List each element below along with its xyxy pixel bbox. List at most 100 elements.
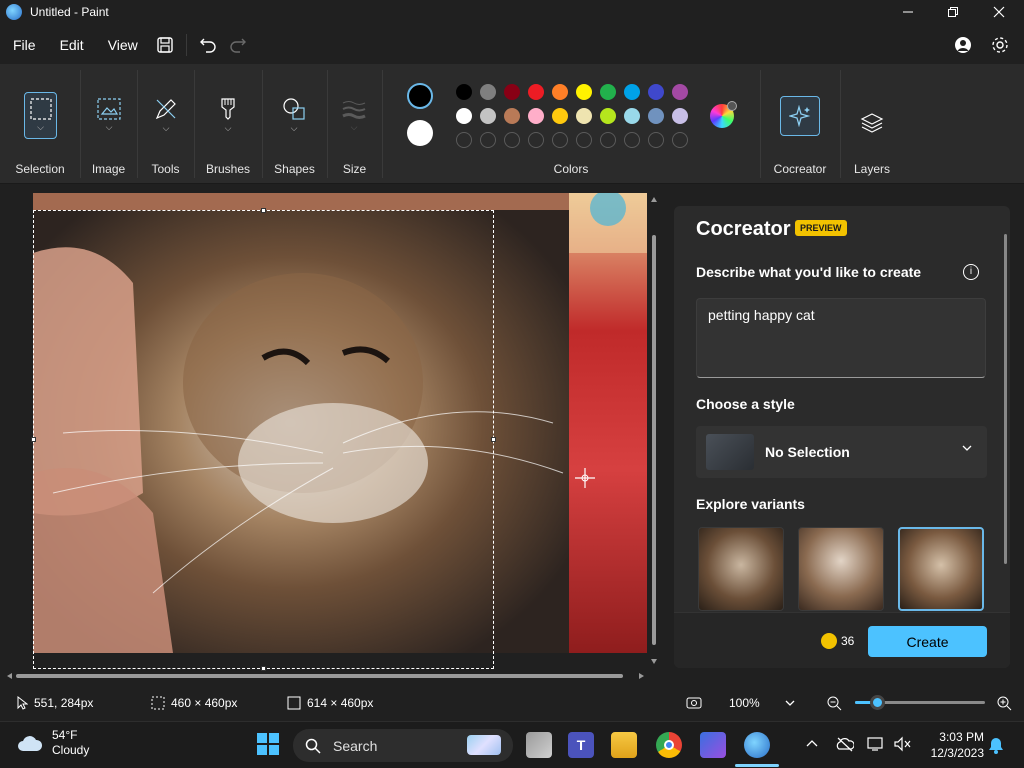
- layers-button[interactable]: [855, 100, 889, 146]
- color-swatch[interactable]: [552, 84, 568, 100]
- color-swatch[interactable]: [624, 84, 640, 100]
- color-swatch[interactable]: [528, 84, 544, 100]
- image-tool-button[interactable]: ⌵: [92, 92, 126, 138]
- canvas-area[interactable]: [0, 185, 668, 685]
- custom-color-slot[interactable]: [648, 132, 664, 148]
- custom-color-slot[interactable]: [600, 132, 616, 148]
- tools-button[interactable]: ⌵: [149, 92, 183, 138]
- vertical-scroll-thumb[interactable]: [652, 235, 656, 645]
- custom-color-slot[interactable]: [672, 132, 688, 148]
- color-swatch[interactable]: [528, 108, 544, 124]
- custom-color-slot[interactable]: [528, 132, 544, 148]
- custom-color-slot[interactable]: [552, 132, 568, 148]
- color-swatch[interactable]: [576, 108, 592, 124]
- menu-view[interactable]: View: [96, 37, 150, 53]
- create-button[interactable]: Create: [868, 626, 987, 657]
- zoom-slider-thumb[interactable]: [870, 695, 886, 710]
- fit-to-window-icon[interactable]: [686, 695, 702, 711]
- save-button[interactable]: [150, 30, 180, 60]
- horizontal-scroll-thumb[interactable]: [16, 674, 623, 678]
- redo-button[interactable]: [223, 30, 253, 60]
- teams-icon[interactable]: T: [568, 732, 594, 758]
- custom-color-slot[interactable]: [456, 132, 472, 148]
- colors-group: Colors: [382, 64, 760, 184]
- tools-label: Tools: [151, 162, 180, 176]
- color-swatch[interactable]: [600, 108, 616, 124]
- task-view-icon[interactable]: [526, 732, 552, 758]
- settings-button[interactable]: [985, 30, 1015, 60]
- color-swatch[interactable]: [624, 108, 640, 124]
- color-swatch[interactable]: [672, 108, 688, 124]
- taskbar-search[interactable]: Search: [293, 729, 513, 762]
- resize-handle[interactable]: [31, 437, 36, 442]
- cocreator-panel: Cocreator PREVIEW Describe what you'd li…: [674, 206, 1010, 668]
- minimize-button[interactable]: [885, 0, 931, 24]
- clock[interactable]: 3:03 PM 12/3/2023: [924, 729, 984, 761]
- weather-widget[interactable]: 54°F Cloudy: [16, 728, 89, 758]
- color-swatch[interactable]: [504, 108, 520, 124]
- zoom-value: 100%: [729, 696, 760, 710]
- menu-edit[interactable]: Edit: [48, 37, 96, 53]
- volume-muted-icon[interactable]: [893, 736, 911, 752]
- resize-handle[interactable]: [261, 208, 266, 213]
- variant-thumbnail-3[interactable]: [898, 527, 984, 611]
- color-swatch[interactable]: [480, 108, 496, 124]
- info-icon[interactable]: i: [963, 264, 979, 280]
- color-swatch[interactable]: [456, 84, 472, 100]
- variant-thumbnail-1[interactable]: [698, 527, 784, 611]
- color-swatch[interactable]: [480, 84, 496, 100]
- visual-studio-icon[interactable]: [700, 732, 726, 758]
- weather-condition: Cloudy: [52, 743, 90, 757]
- secondary-color[interactable]: [407, 120, 433, 146]
- prompt-input[interactable]: petting happy cat: [696, 298, 986, 378]
- zoom-in-icon[interactable]: [996, 695, 1012, 711]
- color-swatch[interactable]: [552, 108, 568, 124]
- custom-color-slot[interactable]: [480, 132, 496, 148]
- close-button[interactable]: [976, 0, 1022, 24]
- custom-color-slot[interactable]: [576, 132, 592, 148]
- horizontal-scrollbar[interactable]: [7, 672, 648, 680]
- size-button[interactable]: ⌵: [337, 92, 371, 138]
- account-button[interactable]: [948, 30, 978, 60]
- notification-bell-icon[interactable]: [988, 736, 1004, 754]
- color-swatch[interactable]: [648, 108, 664, 124]
- onedrive-cloud-icon[interactable]: [836, 736, 854, 752]
- color-swatch[interactable]: [672, 84, 688, 100]
- selection-tool-button[interactable]: ⌵: [24, 92, 57, 139]
- color-swatch[interactable]: [504, 84, 520, 100]
- cocreator-button[interactable]: [780, 96, 820, 136]
- variant-thumbnail-2[interactable]: [798, 527, 884, 611]
- menu-file[interactable]: File: [0, 37, 48, 53]
- custom-color-slot[interactable]: [504, 132, 520, 148]
- color-swatch[interactable]: [600, 84, 616, 100]
- undo-button[interactable]: [193, 30, 223, 60]
- account-icon: [955, 37, 971, 53]
- zoom-dropdown[interactable]: 100%: [716, 690, 808, 716]
- network-icon[interactable]: [866, 736, 886, 752]
- primary-color[interactable]: [407, 83, 433, 109]
- color-swatch[interactable]: [456, 108, 472, 124]
- chrome-icon[interactable]: [656, 732, 682, 758]
- color-swatch[interactable]: [648, 84, 664, 100]
- image-group: ⌵ Image: [80, 64, 137, 184]
- restore-icon: [948, 7, 958, 17]
- vertical-scrollbar[interactable]: [651, 197, 657, 667]
- file-explorer-icon[interactable]: [611, 732, 637, 758]
- brushes-button[interactable]: ⌵: [211, 92, 245, 138]
- panel-scrollbar[interactable]: [1004, 234, 1007, 564]
- chevron-up-icon[interactable]: [806, 738, 818, 748]
- shapes-button[interactable]: ⌵: [277, 92, 311, 138]
- maximize-button[interactable]: [930, 0, 976, 24]
- selection-marquee[interactable]: [31, 208, 496, 671]
- zoom-out-icon[interactable]: [826, 695, 842, 711]
- zoom-slider[interactable]: [855, 695, 985, 710]
- resize-handle[interactable]: [491, 437, 496, 442]
- resize-handle[interactable]: [261, 666, 266, 671]
- paint-taskbar-icon[interactable]: [744, 732, 770, 758]
- color-swatch[interactable]: [576, 84, 592, 100]
- style-dropdown[interactable]: No Selection: [696, 426, 987, 478]
- edit-colors-button[interactable]: [710, 101, 737, 128]
- windows-start-icon[interactable]: [256, 732, 280, 756]
- chevron-down-icon: ⌵: [224, 122, 232, 133]
- custom-color-slot[interactable]: [624, 132, 640, 148]
